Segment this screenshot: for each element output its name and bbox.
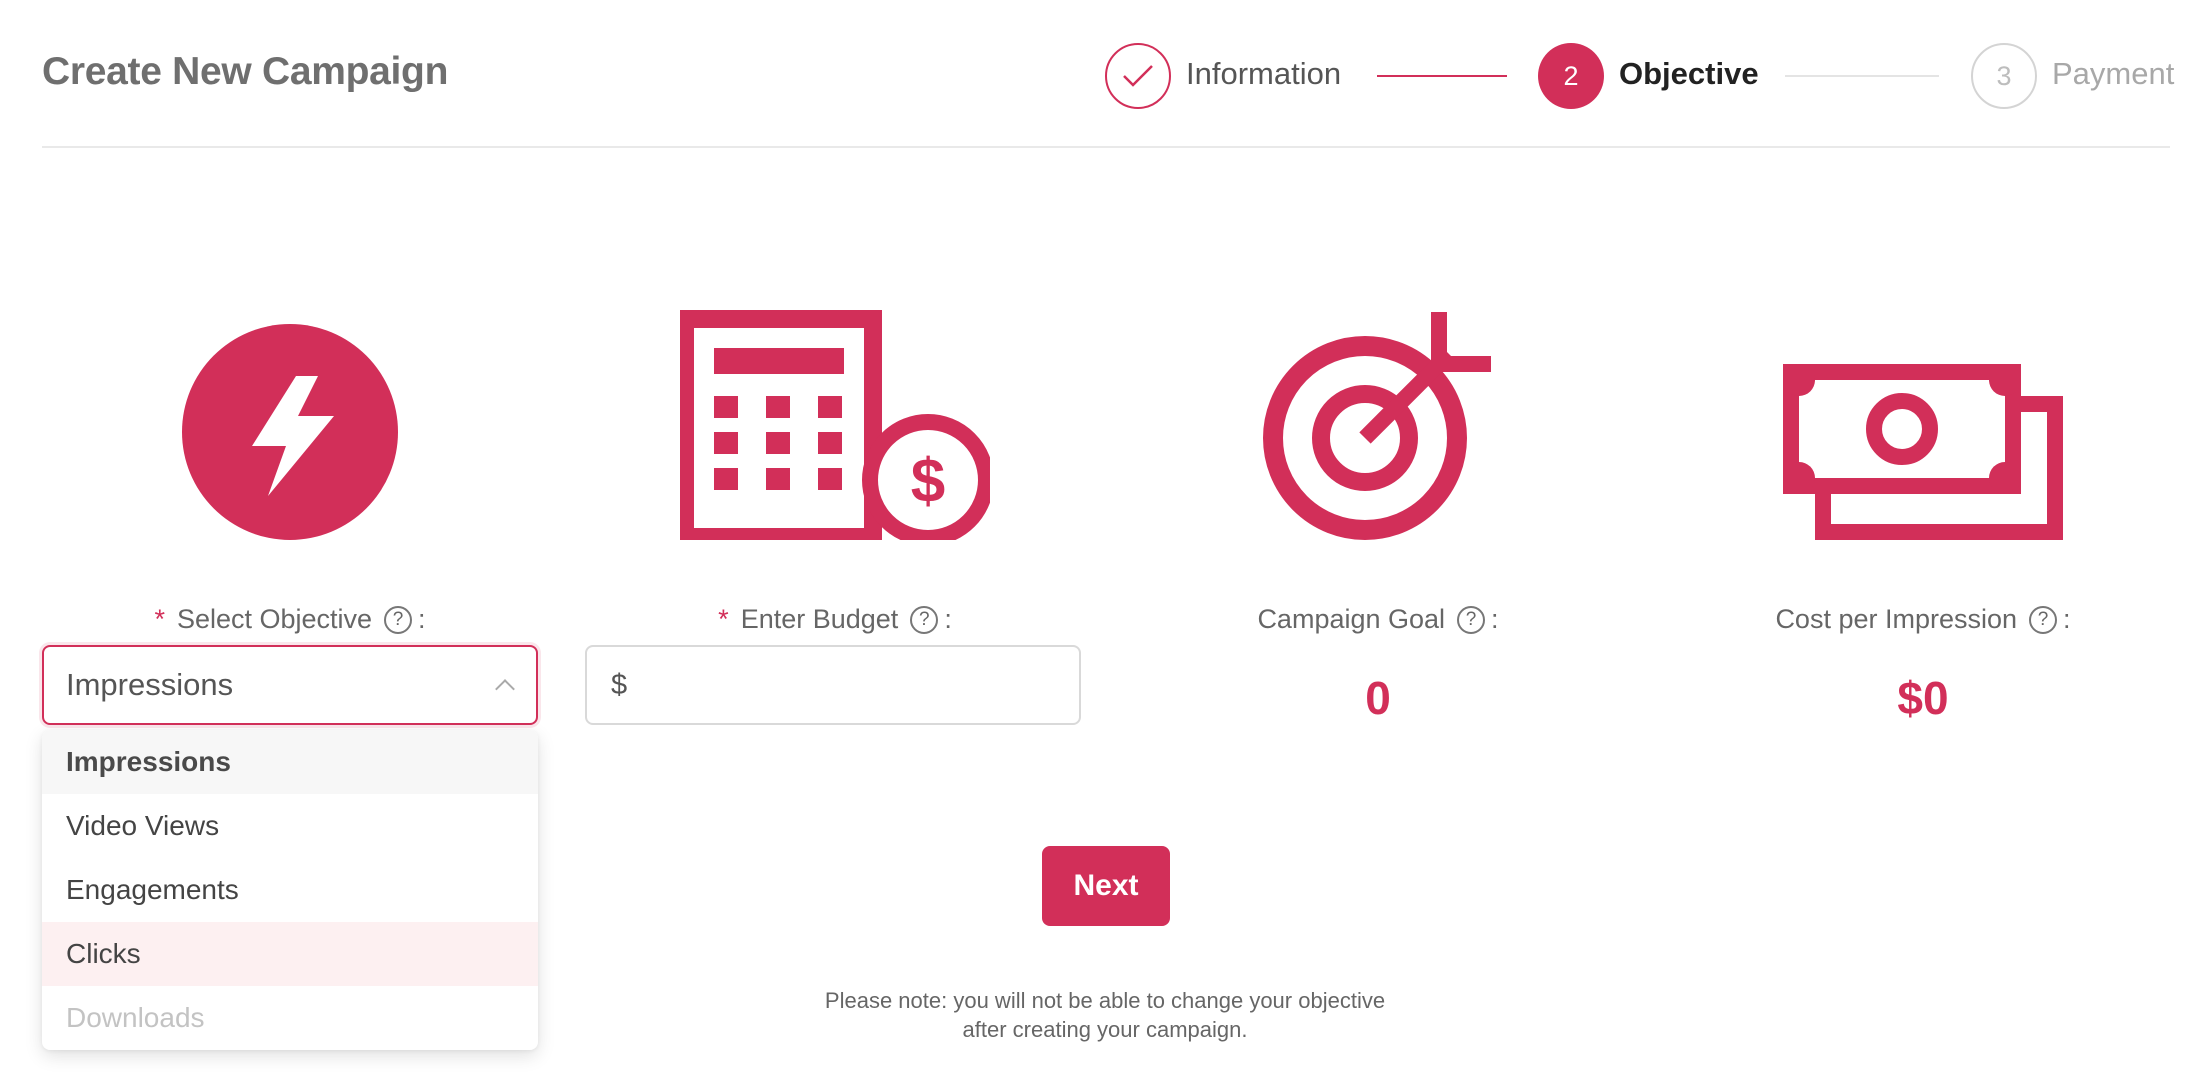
money-bills-icon	[1783, 364, 2063, 540]
option-engagements[interactable]: Engagements	[42, 858, 538, 922]
budget-label: * Enter Budget ? :	[718, 604, 952, 634]
step-information-check-icon[interactable]	[1105, 43, 1171, 109]
budget-input[interactable]	[637, 668, 1055, 702]
objective-label: * Select Objective ? :	[154, 604, 426, 634]
option-impressions[interactable]: Impressions	[42, 730, 538, 794]
step-payment-number: 3	[1971, 43, 2037, 109]
calculator-dollar-icon: $	[680, 310, 990, 540]
objective-select[interactable]: Impressions	[42, 645, 538, 725]
objective-dropdown: Impressions Video Views Engagements Clic…	[42, 730, 538, 1050]
objective-note: Please note: you will not be able to cha…	[824, 988, 1386, 1042]
help-icon[interactable]: ?	[384, 605, 413, 634]
cpi-column: Cost per Impression ? : $0	[1673, 300, 2173, 725]
goal-column: Campaign Goal ? : 0	[1128, 300, 1628, 725]
help-icon[interactable]: ?	[910, 605, 939, 634]
svg-text:$: $	[911, 447, 945, 516]
goal-label: Campaign Goal ? :	[1257, 604, 1499, 634]
help-icon[interactable]: ?	[2029, 605, 2058, 634]
budget-field[interactable]: $	[585, 645, 1081, 725]
campaign-page: Create New Campaign Information 2 Object…	[0, 0, 2210, 1082]
next-button[interactable]: Next	[1042, 846, 1170, 926]
lightning-icon	[182, 324, 398, 540]
help-icon[interactable]: ?	[1457, 605, 1486, 634]
currency-prefix: $	[611, 668, 628, 701]
step-objective-number[interactable]: 2	[1538, 43, 1604, 109]
step-connector	[1377, 75, 1507, 77]
budget-column: $ * Enter Budget ? :	[585, 300, 1085, 635]
page-title: Create New Campaign	[42, 50, 449, 93]
cpi-label: Cost per Impression ? :	[1775, 604, 2071, 634]
objective-select-value: Impressions	[66, 667, 234, 702]
option-downloads: Downloads	[66, 1002, 205, 1033]
option-clicks[interactable]: Clicks	[42, 922, 538, 986]
target-icon	[1263, 312, 1491, 540]
option-video-views[interactable]: Video Views	[42, 794, 538, 858]
step-information-label[interactable]: Information	[1186, 56, 1341, 92]
goal-value: 0	[1365, 672, 1391, 724]
step-objective-label[interactable]: Objective	[1619, 56, 1759, 92]
step-connector	[1785, 75, 1939, 77]
objective-column: * Select Objective ? :	[40, 300, 540, 635]
chevron-up-icon	[496, 676, 514, 694]
cpi-value: $0	[1897, 672, 1949, 724]
header-divider	[42, 146, 2170, 148]
step-payment-label: Payment	[2052, 56, 2175, 91]
